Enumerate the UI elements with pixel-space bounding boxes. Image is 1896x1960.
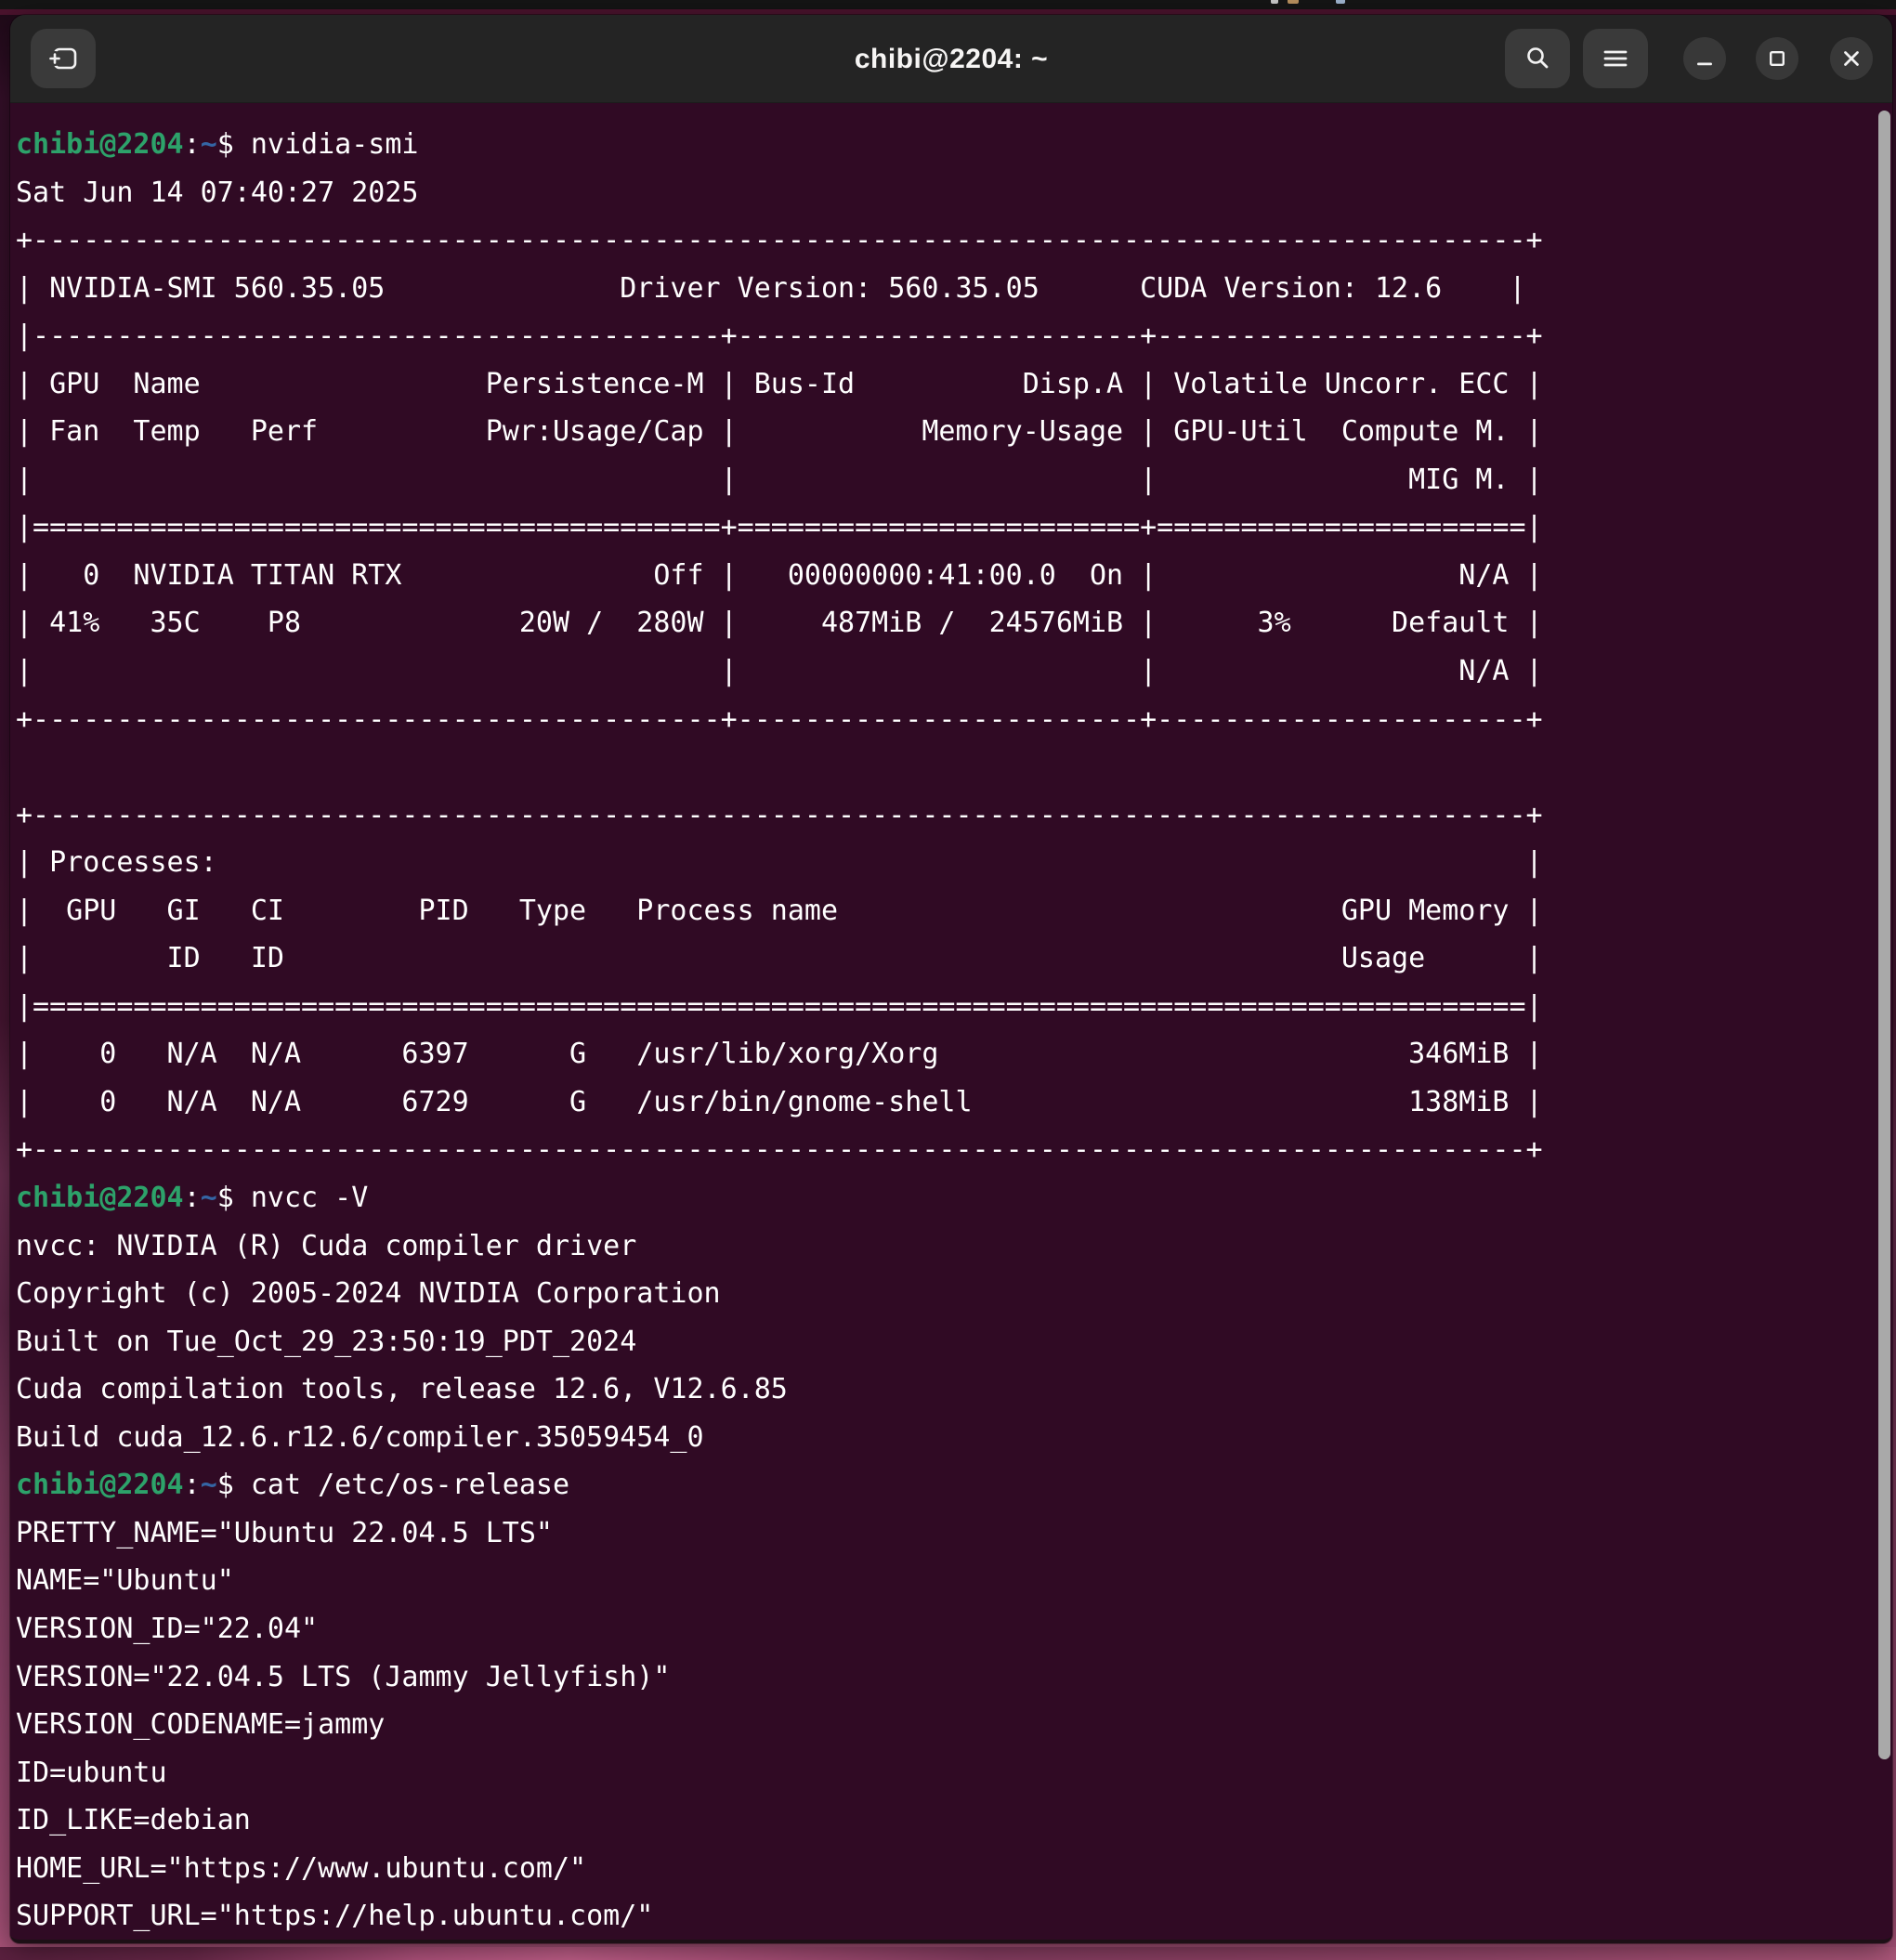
output-line: +---------------------------------------… — [16, 702, 1543, 736]
output-line: | GPU Name Persistence-M | Bus-Id Disp.A… — [16, 367, 1543, 400]
output-line: SUPPORT_URL="https://help.ubuntu.com/" — [16, 1900, 654, 1933]
output-line: +---------------------------------------… — [16, 798, 1543, 831]
output-line: | ID ID Usage | — [16, 942, 1543, 975]
output-line: NAME="Ubuntu" — [16, 1564, 234, 1598]
prompt-line: chibi@2204:~$ nvidia-smi — [16, 128, 419, 161]
output-line: | | | N/A | — [16, 655, 1543, 688]
output-line: | 41% 35C P8 20W / 280W | 487MiB / 24576… — [16, 607, 1543, 640]
terminal-screen[interactable]: chibi@2204:~$ nvidia-smi Sat Jun 14 07:40… — [10, 104, 1892, 1940]
prompt-line: chibi@2204:~$ nvcc -V — [16, 1182, 369, 1215]
output-line: | Processes: | — [16, 846, 1543, 880]
output-line: +---------------------------------------… — [16, 224, 1543, 257]
output-line: ID_LIKE=debian — [16, 1804, 251, 1837]
prompt-line: chibi@2204:~$ cat /etc/os-release — [16, 1469, 570, 1502]
output-line: | 0 N/A N/A 6397 G /usr/lib/xorg/Xorg 34… — [16, 1038, 1543, 1071]
minimize-icon — [1696, 61, 1713, 67]
output-line: PRETTY_NAME="Ubuntu 22.04.5 LTS" — [16, 1516, 553, 1549]
tab-new-icon — [46, 45, 80, 72]
maximize-button[interactable] — [1756, 37, 1798, 80]
output-line: |=======================================… — [16, 511, 1543, 544]
output-line: | | | MIG M. | — [16, 463, 1543, 496]
minimize-button[interactable] — [1683, 37, 1726, 80]
close-icon — [1842, 49, 1861, 68]
maximize-icon — [1769, 50, 1785, 67]
output-line: +---------------------------------------… — [16, 1133, 1543, 1167]
output-line: Build cuda_12.6.r12.6/compiler.35059454_… — [16, 1420, 704, 1454]
close-button[interactable] — [1830, 37, 1873, 80]
desktop-wallpaper-bottom — [0, 1947, 1896, 1960]
output-line: | 0 N/A N/A 6729 G /usr/bin/gnome-shell … — [16, 1085, 1543, 1118]
output-line: VERSION="22.04.5 LTS (Jammy Jellyfish)" — [16, 1660, 671, 1693]
output-line: | 0 NVIDIA TITAN RTX Off | 00000000:41:0… — [16, 558, 1543, 592]
top-bar-icon-fragment — [1336, 0, 1345, 4]
titlebar[interactable]: chibi@2204: ~ — [10, 15, 1892, 103]
top-bar-icon-fragment — [1271, 0, 1278, 4]
output-line: Sat Jun 14 07:40:27 2025 — [16, 176, 419, 209]
output-line: | Fan Temp Perf Pwr:Usage/Cap | Memory-U… — [16, 415, 1543, 449]
output-line: VERSION_ID="22.04" — [16, 1612, 319, 1645]
output-line: | GPU GI CI PID Type Process name GPU Me… — [16, 894, 1543, 927]
desktop-top-bar — [0, 0, 1896, 9]
terminal-lines: chibi@2204:~$ nvidia-smi Sat Jun 14 07:40… — [16, 121, 1543, 1940]
new-tab-button[interactable] — [31, 29, 96, 88]
output-line: HOME_URL="https://www.ubuntu.com/" — [16, 1851, 587, 1885]
search-button[interactable] — [1505, 29, 1570, 88]
output-line: ID=ubuntu — [16, 1756, 167, 1789]
output-line: Cuda compilation tools, release 12.6, V1… — [16, 1373, 788, 1406]
output-line: |---------------------------------------… — [16, 320, 1543, 353]
output-line: Copyright (c) 2005-2024 NVIDIA Corporati… — [16, 1277, 721, 1311]
menu-icon — [1602, 45, 1629, 72]
output-line: Built on Tue_Oct_29_23:50:19_PDT_2024 — [16, 1325, 637, 1358]
output-line: nvcc: NVIDIA (R) Cuda compiler driver — [16, 1229, 637, 1262]
terminal-scrollbar[interactable] — [1878, 111, 1890, 1759]
output-line: | NVIDIA-SMI 560.35.05 Driver Version: 5… — [16, 271, 1526, 305]
terminal-window: chibi@2204: ~ chibi@2204:~$ nvidia-smi S… — [10, 15, 1892, 1943]
output-line: |=======================================… — [16, 989, 1543, 1023]
menu-button[interactable] — [1583, 29, 1648, 88]
search-icon — [1523, 45, 1551, 72]
top-bar-icon-fragment — [1288, 0, 1299, 4]
output-line: VERSION_CODENAME=jammy — [16, 1708, 386, 1742]
